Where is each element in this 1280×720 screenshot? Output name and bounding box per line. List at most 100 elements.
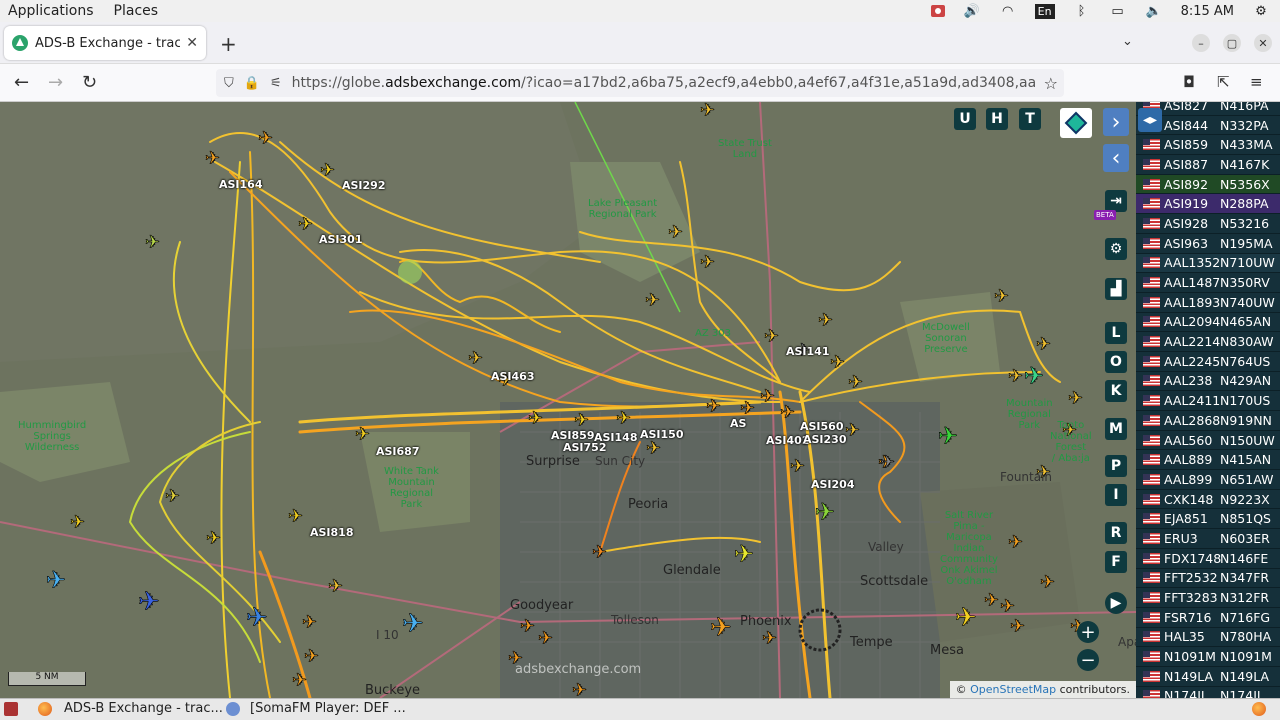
places-menu[interactable]: Places xyxy=(114,3,159,19)
app-menu-icon[interactable]: ≡ xyxy=(1250,73,1263,91)
aircraft-list-row[interactable]: ASI859 N433MA xyxy=(1136,135,1280,156)
aircraft-list-row[interactable]: FDX1748 N146FE xyxy=(1136,549,1280,569)
aircraft-list-row[interactable]: AAL1352 N710UW xyxy=(1136,253,1280,274)
map-button-r[interactable]: R xyxy=(1105,522,1127,544)
zoom-out-button[interactable]: − xyxy=(1077,649,1099,671)
zoom-in-button[interactable]: + xyxy=(1077,621,1099,643)
map-button-t[interactable]: T xyxy=(1019,108,1041,130)
aircraft-list-row[interactable]: AAL1487 N350RV xyxy=(1136,273,1280,293)
aircraft-label[interactable]: ASI818 xyxy=(310,526,354,539)
aircraft-list-row[interactable]: AAL2868 N919NN xyxy=(1136,411,1280,431)
map-button-i[interactable]: I xyxy=(1105,484,1127,506)
aircraft-list-row[interactable]: AAL889 N415AN xyxy=(1136,450,1280,471)
taskbar-item-firefox[interactable]: ADS-B Exchange - trac... xyxy=(38,701,223,716)
map-button-k[interactable]: K xyxy=(1105,380,1127,402)
aircraft-list-row[interactable]: AAL1893 N740UW xyxy=(1136,293,1280,313)
aircraft-label[interactable]: ASI230 xyxy=(803,433,847,446)
speaker-icon[interactable]: 🔈 xyxy=(1145,4,1163,19)
firefox-tray-icon[interactable] xyxy=(1252,702,1266,716)
map-button-h[interactable]: H xyxy=(986,108,1008,130)
applications-menu[interactable]: Applications xyxy=(8,3,94,19)
settings-gear-icon[interactable]: ⚙ xyxy=(1105,238,1127,260)
toggle-list-width-button[interactable]: ◂▸ xyxy=(1138,108,1162,132)
openstreetmap-link[interactable]: OpenStreetMap xyxy=(970,683,1056,696)
pocket-icon[interactable]: ◘ xyxy=(1183,73,1195,91)
tracking-shield-icon[interactable]: ⛉ xyxy=(224,76,234,91)
wifi-icon[interactable]: ◠ xyxy=(999,4,1017,19)
map-button-o[interactable]: O xyxy=(1105,351,1127,373)
screen-recorder-icon[interactable] xyxy=(930,5,945,17)
previous-arrow-button[interactable]: ‹ xyxy=(1103,144,1129,172)
volume-icon[interactable]: 🔊 xyxy=(963,4,981,19)
reload-button[interactable]: ↻ xyxy=(82,72,97,93)
aircraft-list-row[interactable]: AAL238 N429AN xyxy=(1136,372,1280,392)
taskbar-item-somafm[interactable]: [SomaFM Player: DEF ... xyxy=(226,701,406,716)
map-button-f[interactable]: F xyxy=(1105,551,1127,573)
keyboard-language[interactable]: En xyxy=(1034,3,1055,19)
aircraft-list-row[interactable]: AAL560 N150UW xyxy=(1136,431,1280,451)
aircraft-list-row[interactable]: AAL899 N651AW xyxy=(1136,470,1280,490)
bookmark-star-icon[interactable]: ☆ xyxy=(1044,74,1058,93)
aircraft-label[interactable]: ASI463 xyxy=(491,370,535,383)
list-all-tabs-chevron-icon[interactable]: ⌄ xyxy=(1122,34,1133,49)
aircraft-list-row[interactable]: CXK148 N9223X xyxy=(1136,490,1280,510)
close-window-button[interactable]: ✕ xyxy=(1254,34,1272,52)
battery-icon[interactable]: ▭ xyxy=(1109,4,1127,19)
aircraft-label[interactable]: ASI292 xyxy=(342,179,386,192)
settings-gear-icon[interactable]: ⚙ xyxy=(1252,4,1270,19)
aircraft-list-row[interactable]: AAL2214 N830AW xyxy=(1136,332,1280,352)
aircraft-list-row[interactable]: HAL35 N780HA xyxy=(1136,628,1280,648)
aircraft-label[interactable]: ASI687 xyxy=(376,445,420,458)
aircraft-list-row[interactable]: AAL2094 N465AN xyxy=(1136,313,1280,333)
aircraft-label[interactable]: ASI141 xyxy=(786,345,830,358)
tab-adsb-exchange[interactable]: ADS-B Exchange - track a ✕ xyxy=(4,26,206,60)
show-desktop-icon[interactable] xyxy=(4,702,18,716)
aircraft-label[interactable]: ASI164 xyxy=(219,178,263,191)
aircraft-list-row[interactable]: ASI963 N195MA xyxy=(1136,234,1280,254)
bluetooth-icon[interactable]: ᛒ xyxy=(1073,4,1091,19)
forward-button[interactable]: → xyxy=(48,72,63,93)
extensions-icon[interactable]: ⇱ xyxy=(1217,73,1230,91)
aircraft-list-row[interactable]: FFT2532 N347FR xyxy=(1136,569,1280,589)
aircraft-list-row[interactable]: ERU3 N603ER xyxy=(1136,529,1280,549)
aircraft-label[interactable]: ASI150 xyxy=(640,428,684,441)
replay-icon[interactable]: ▶ xyxy=(1105,592,1127,614)
aircraft-list-row[interactable]: N149LA N149LA xyxy=(1136,667,1280,687)
aircraft-list-row[interactable]: FFT3283 N312FR xyxy=(1136,588,1280,608)
aircraft-list-row[interactable]: FSR716 N716FG xyxy=(1136,608,1280,628)
flight-map[interactable]: ✈ ✈ ✈ ✈ ✈ ✈ ✈ ✈ ✈ ✈ ✈ ✈ ✈ ✈ ✈ ✈ ✈ ✈ ✈ ✈ ✈ ✈ ✈ ✈ ✈ ✈ ✈… xyxy=(0,102,1136,698)
aircraft-label[interactable]: ASI752 xyxy=(563,441,607,454)
aircraft-list-row[interactable]: AAL2245 N764US xyxy=(1136,352,1280,372)
maximize-button[interactable]: ▢ xyxy=(1223,34,1241,52)
lock-icon[interactable]: 🔒 xyxy=(244,76,260,91)
close-tab-icon[interactable]: ✕ xyxy=(186,35,198,51)
aircraft-list-row[interactable]: ASI887 N4167K xyxy=(1136,155,1280,175)
map-button-u[interactable]: U xyxy=(954,108,976,130)
url-bar[interactable]: ⛉ 🔒 ⚟ https://globe.adsbexchange.com/?ic… xyxy=(216,69,1064,97)
aircraft-label[interactable]: ASI301 xyxy=(319,233,363,246)
aircraft-list-row[interactable]: AAL2411 N170US xyxy=(1136,391,1280,411)
aircraft-list-row[interactable]: ASI919 N288PA xyxy=(1136,194,1280,215)
back-button[interactable]: ← xyxy=(14,72,29,93)
map-button-m[interactable]: M xyxy=(1105,418,1127,440)
aircraft-list-row[interactable]: ASI928 N53216 xyxy=(1136,214,1280,234)
aircraft-label[interactable]: ASI560 xyxy=(800,420,844,433)
map-layers-button[interactable] xyxy=(1060,108,1092,138)
aircraft-list-row[interactable]: EJA851 N851QS xyxy=(1136,509,1280,530)
aircraft-label[interactable]: AS xyxy=(730,417,746,430)
clock[interactable]: 8:15 AM xyxy=(1181,4,1234,19)
aircraft-list-row[interactable]: ASI892 N5356X xyxy=(1136,174,1280,195)
new-tab-button[interactable]: + xyxy=(220,32,237,56)
map-button-l[interactable]: L xyxy=(1105,322,1127,344)
url-text[interactable]: https://globe.adsbexchange.com/?icao=a17… xyxy=(292,75,1036,91)
minimize-button[interactable]: – xyxy=(1192,34,1210,52)
login-icon[interactable]: ⇥ xyxy=(1105,190,1127,212)
aircraft-list[interactable]: ASI827 N416PA ASI844 N332PA ASI859 N433MA ASI8… xyxy=(1136,102,1280,698)
permissions-icon[interactable]: ⚟ xyxy=(270,76,282,91)
next-arrow-button[interactable]: › xyxy=(1103,108,1129,136)
altitude-chart-icon[interactable]: ▟ xyxy=(1105,278,1127,300)
map-button-p[interactable]: P xyxy=(1105,455,1127,477)
aircraft-list-row[interactable]: N174JL N174JL xyxy=(1136,687,1280,698)
aircraft-list-row[interactable]: N1091M N1091M xyxy=(1136,647,1280,667)
aircraft-label[interactable]: ASI204 xyxy=(811,478,855,491)
